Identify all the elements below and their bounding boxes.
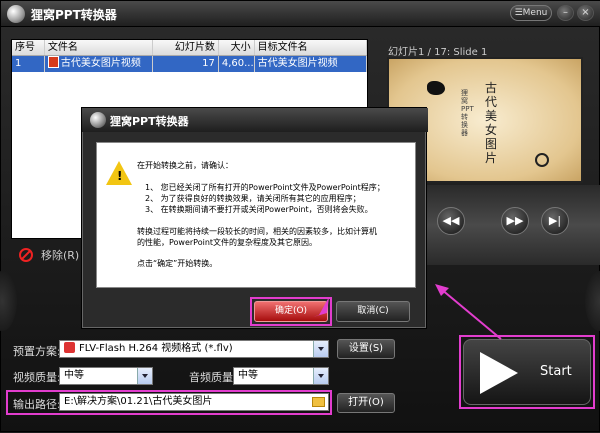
app-logo-icon xyxy=(7,5,25,23)
fast-forward-icon: ▶▶ xyxy=(506,214,524,227)
dialog-item-1: 1、 您已经关闭了所有打开的PowerPoint文件及PowerPoint程序； xyxy=(145,183,385,192)
dialog-item-3: 3、 在转换期间请不要打开或关闭PowerPoint，否则将会失败。 xyxy=(145,205,373,214)
table-header: 序号 文件名 幻灯片数 大小 目标文件名 xyxy=(12,40,367,56)
col-index-header[interactable]: 序号 xyxy=(12,40,45,55)
rewind-icon: ◀◀ xyxy=(442,214,460,227)
col-target-header[interactable]: 目标文件名 xyxy=(255,40,367,55)
col-name-header[interactable]: 文件名 xyxy=(45,40,154,55)
dialog-item-2: 2、 为了获得良好的转换效果，请关闭所有其它的应用程序； xyxy=(145,194,361,203)
preset-label: 预置方案: xyxy=(13,345,61,358)
folder-icon[interactable] xyxy=(312,397,325,407)
title-bar: 狸窝PPT转换器 ☰Menu – × xyxy=(1,1,600,27)
remove-label: 移除(R) xyxy=(41,249,80,262)
ok-highlight xyxy=(250,297,332,326)
slide-title: 古代美女图片 xyxy=(485,81,498,165)
right-decor xyxy=(585,271,600,331)
audio-quality-select[interactable]: 中等 xyxy=(233,367,329,385)
next-button[interactable]: ▶| xyxy=(541,207,569,235)
slide-subtitle: 狸窝PPT转换器 xyxy=(461,89,474,137)
remove-button[interactable]: 移除(R) xyxy=(19,247,79,263)
confirm-dialog: 狸窝PPT转换器 ! 在开始转换之前，请确认： 1、 您已经关闭了所有打开的Po… xyxy=(81,107,428,329)
preset-select[interactable]: FLV-Flash H.264 视频格式 (*.flv) xyxy=(59,340,329,358)
preview-slide-label: 幻灯片1 / 17: Slide 1 xyxy=(388,47,488,58)
dialog-intro: 在开始转换之前，请确认： xyxy=(137,161,233,170)
audio-quality-label: 音频质量: xyxy=(189,371,237,384)
video-quality-label: 视频质量: xyxy=(13,371,61,384)
col-slides-header[interactable]: 幻灯片数 xyxy=(153,40,219,55)
output-path-field[interactable]: E:\解决方案\01.21\古代美女图片 xyxy=(59,393,329,411)
start-button[interactable]: Start xyxy=(463,339,591,405)
remove-icon xyxy=(19,248,33,262)
output-label: 输出路径: xyxy=(13,398,61,411)
video-quality-select[interactable]: 中等 xyxy=(59,367,153,385)
fast-forward-button[interactable]: ▶▶ xyxy=(501,207,529,235)
menu-lines-icon: ☰ xyxy=(514,8,523,18)
close-button[interactable]: × xyxy=(577,5,594,21)
col-size-header[interactable]: 大小 xyxy=(219,40,255,55)
next-icon: ▶| xyxy=(548,214,562,227)
dialog-confirm-hint: 点击“确定”开始转换。 xyxy=(137,259,218,268)
warning-exclamation: ! xyxy=(117,169,123,183)
dialog-note-2: 的性能，PowerPoint文件的复杂程度及其它原因。 xyxy=(137,238,318,247)
rewind-button[interactable]: ◀◀ xyxy=(437,207,465,235)
open-button[interactable]: 打开(O) xyxy=(337,393,395,413)
slide-symbol-icon xyxy=(535,153,549,167)
start-arrow-icon xyxy=(480,352,518,394)
dialog-logo-icon xyxy=(90,112,106,128)
left-decor xyxy=(0,271,17,331)
ink-splash-icon xyxy=(427,81,445,95)
dialog-note-1: 转换过程可能将持续一段较长的时间，相关的因素较多，比如计算机 xyxy=(137,227,377,236)
chevron-down-icon xyxy=(313,341,328,357)
start-label: Start xyxy=(540,364,572,379)
ppt-file-icon xyxy=(47,56,59,68)
table-row[interactable]: 1 古代美女图片视频 17 4,60... 古代美女图片视频 xyxy=(12,56,367,72)
cancel-button[interactable]: 取消(C) xyxy=(336,301,410,322)
row-index: 1 xyxy=(12,56,45,72)
flv-icon xyxy=(64,342,75,353)
window-title: 狸窝PPT转换器 xyxy=(31,8,117,22)
menu-button[interactable]: ☰Menu xyxy=(510,5,552,21)
settings-button[interactable]: 设置(S) xyxy=(337,339,395,359)
dialog-title-bar: 狸窝PPT转换器 xyxy=(82,108,428,132)
app-window: 狸窝PPT转换器 ☰Menu – × 序号 文件名 幻灯片数 大小 目标文件名 … xyxy=(0,0,600,432)
row-target: 古代美女图片视频 xyxy=(255,56,367,72)
minimize-button[interactable]: – xyxy=(557,5,574,21)
chevron-down-icon xyxy=(313,368,328,384)
row-size: 4,60... xyxy=(219,56,255,72)
row-slides: 17 xyxy=(153,56,219,72)
row-filename: 古代美女图片视频 xyxy=(45,56,154,72)
chevron-down-icon xyxy=(137,368,152,384)
dialog-message: ! 在开始转换之前，请确认： 1、 您已经关闭了所有打开的PowerPoint文… xyxy=(96,142,416,288)
dialog-title: 狸窝PPT转换器 xyxy=(110,115,189,128)
